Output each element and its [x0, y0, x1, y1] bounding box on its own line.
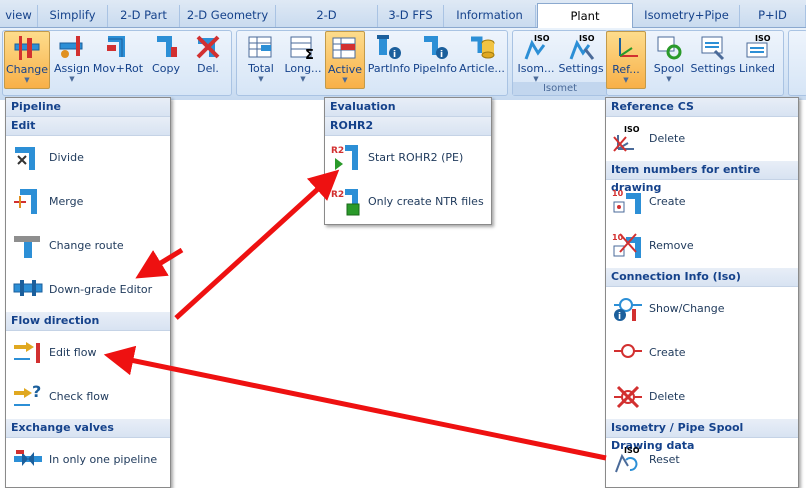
arrow-to-downgrade-editor [135, 247, 184, 279]
arrow-to-start-rohr2 [174, 169, 340, 320]
arrow-to-edit-flow [103, 345, 607, 461]
annotation-arrows [103, 169, 607, 461]
